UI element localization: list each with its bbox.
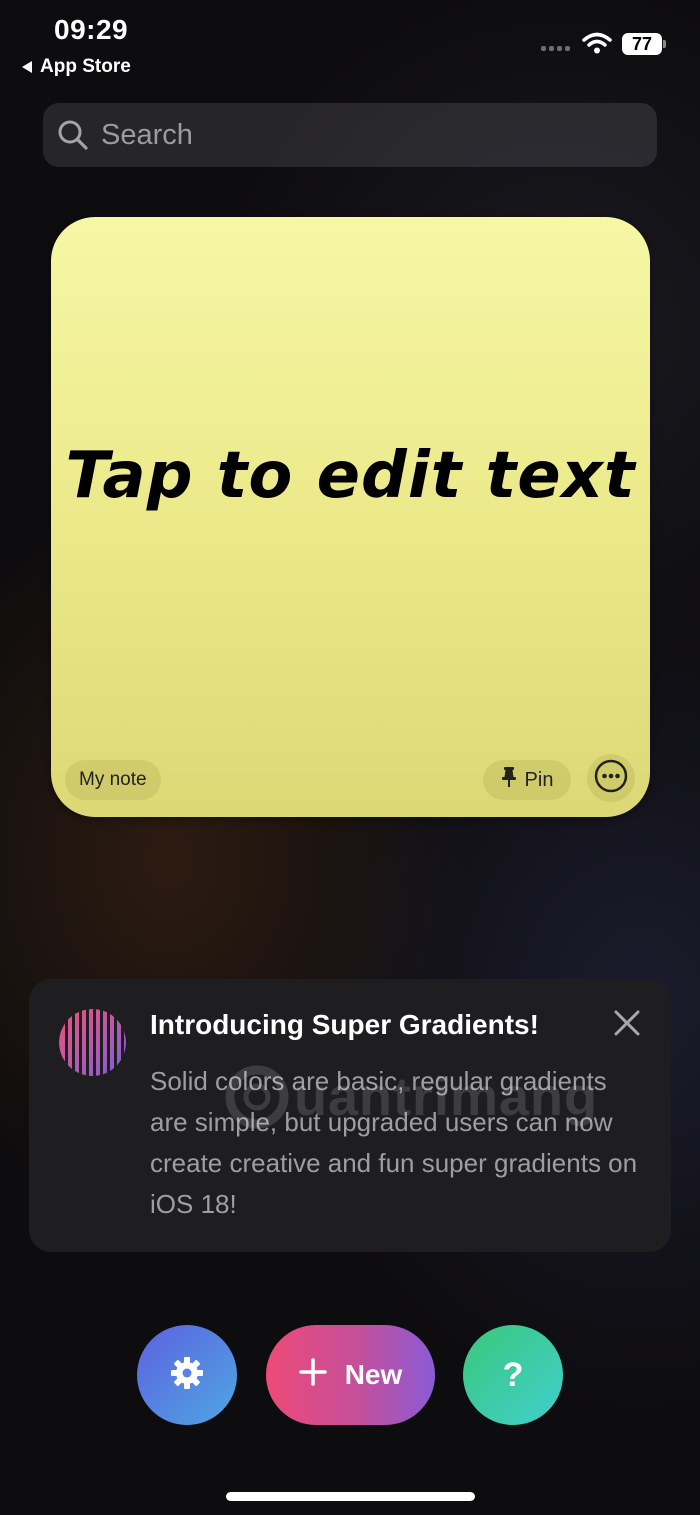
note-text[interactable]: Tap to edit text: [51, 439, 650, 513]
close-icon: [613, 1009, 641, 1042]
pin-icon: [501, 766, 517, 794]
promo-banner: Introducing Super Gradients! Solid color…: [29, 979, 671, 1252]
more-options-button[interactable]: [587, 754, 635, 802]
settings-button[interactable]: [137, 1325, 237, 1425]
battery-tip: [663, 40, 666, 48]
new-button-label: New: [344, 1359, 403, 1390]
gear-icon: [170, 1356, 204, 1395]
home-indicator[interactable]: [226, 1492, 475, 1501]
cellular-signal-icon: [541, 46, 570, 51]
back-label: App Store: [40, 56, 131, 77]
note-name-tag[interactable]: My note: [65, 760, 161, 800]
help-icon: ?: [502, 1355, 524, 1394]
search-input[interactable]: [99, 117, 623, 153]
new-note-button[interactable]: New: [266, 1325, 435, 1425]
promo-title: Introducing Super Gradients!: [150, 1009, 539, 1040]
back-to-app-store[interactable]: App Store: [22, 56, 131, 78]
close-promo-button[interactable]: [609, 1007, 645, 1043]
wifi-icon: [582, 32, 612, 59]
super-gradient-logo-icon: [59, 1009, 126, 1076]
search-bar[interactable]: [43, 103, 657, 167]
sticky-note-card[interactable]: Tap to edit text My note Pin: [51, 217, 650, 817]
pin-label: Pin: [524, 768, 554, 791]
back-arrow-icon: [22, 61, 32, 73]
pin-button[interactable]: Pin: [483, 760, 571, 800]
promo-body: Solid colors are basic, regular gradient…: [150, 1066, 638, 1219]
search-icon: [57, 119, 89, 151]
battery-icon: 77: [622, 33, 662, 55]
help-button[interactable]: ?: [463, 1325, 563, 1425]
plus-icon: [298, 1357, 327, 1393]
more-icon: [593, 758, 629, 799]
status-time: 09:29: [54, 14, 129, 45]
